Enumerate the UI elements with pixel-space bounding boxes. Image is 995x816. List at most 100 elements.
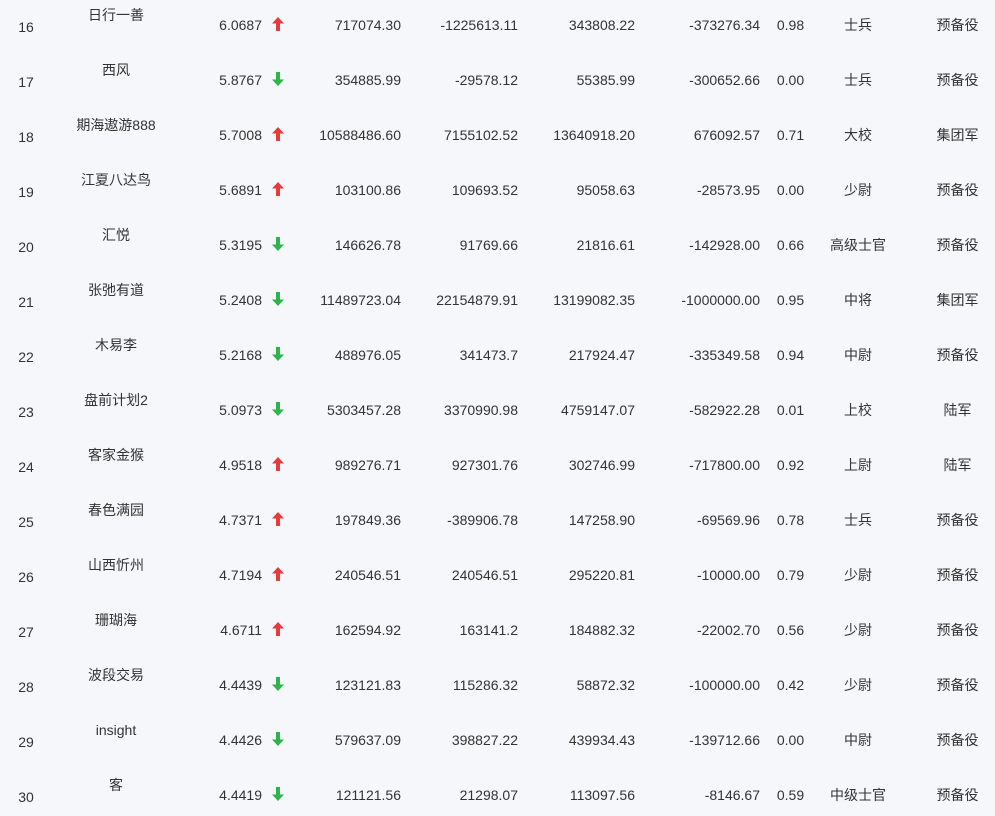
table-row: 19 江夏八达鸟 5.6891 103100.86 109693.52 95058.63 -… (0, 163, 995, 218)
table-row: 17 西风 5.8767 354885.99 -29578.12 55385.99 -300… (0, 53, 995, 108)
table-row: 20 汇悦 5.3195 146626.78 91769.66 21816.61 -1429… (0, 218, 995, 273)
user-name-cell[interactable]: 盘前计划2 (55, 391, 177, 409)
value-4-cell: -582922.28 (689, 402, 760, 418)
value-4-cell: -100000.00 (689, 677, 760, 693)
user-name-cell[interactable]: 客家金猴 (55, 446, 177, 464)
rank-cell: 19 (18, 184, 34, 200)
user-name-cell[interactable]: 日行一善 (55, 6, 177, 24)
group-cell: 预备役 (936, 182, 979, 198)
score-cell: 4.4426 (219, 732, 262, 748)
arrow-down-icon (272, 401, 284, 418)
arrow-down-icon (272, 71, 284, 88)
trend-icon-cell (269, 713, 287, 768)
user-name-cell[interactable]: 木易李 (55, 336, 177, 354)
value-3-cell: 295220.81 (568, 567, 635, 583)
ratio-cell: 0.42 (776, 677, 805, 693)
user-name-cell[interactable]: 波段交易 (55, 666, 177, 684)
arrow-up-icon (272, 16, 284, 33)
arrow-down-icon (272, 676, 284, 693)
group-cell: 集团军 (936, 292, 979, 308)
score-cell: 5.0973 (219, 402, 262, 418)
score-cell: 4.4439 (219, 677, 262, 693)
value-2-cell: 109693.52 (451, 182, 518, 198)
trend-icon-cell (269, 0, 287, 53)
ratio-cell: 0.00 (776, 182, 805, 198)
rank-cell: 21 (18, 294, 34, 310)
user-name-cell[interactable]: 山西忻州 (55, 556, 177, 574)
ratio-cell: 0.94 (776, 347, 805, 363)
value-2-cell: 22154879.91 (436, 292, 518, 308)
user-name-cell[interactable]: 西风 (55, 61, 177, 79)
user-name-cell[interactable]: insight (55, 721, 177, 739)
trend-icon-cell (269, 53, 287, 108)
ranking-table: 16 日行一善 6.0687 717074.30 -1225613.11 343808.2… (0, 0, 995, 816)
table-row: 30 客 4.4419 121121.56 21298.07 113097.56 -8146… (0, 768, 995, 816)
group-cell: 陆军 (943, 402, 972, 418)
value-1-cell: 488976.05 (334, 347, 401, 363)
value-3-cell: 343808.22 (568, 17, 635, 33)
score-cell: 4.7371 (219, 512, 262, 528)
ratio-cell: 0.92 (776, 457, 805, 473)
value-3-cell: 95058.63 (576, 182, 635, 198)
value-1-cell: 146626.78 (334, 237, 401, 253)
value-3-cell: 21816.61 (576, 237, 635, 253)
military-rank-cell: 士兵 (844, 72, 872, 88)
rank-cell: 25 (18, 514, 34, 530)
user-name-cell[interactable]: 汇悦 (55, 226, 177, 244)
rank-cell: 27 (18, 624, 34, 640)
group-cell: 集团军 (936, 127, 979, 143)
user-name-cell[interactable]: 张弛有道 (55, 281, 177, 299)
trend-icon-cell (269, 163, 287, 218)
rank-cell: 29 (18, 734, 34, 750)
rank-cell: 28 (18, 679, 34, 695)
value-2-cell: 341473.7 (459, 347, 518, 363)
ratio-cell: 0.79 (776, 567, 805, 583)
value-1-cell: 103100.86 (334, 182, 401, 198)
value-2-cell: 163141.2 (459, 622, 518, 638)
value-2-cell: 115286.32 (452, 677, 518, 693)
trend-icon-cell (269, 273, 287, 328)
rank-cell: 24 (18, 459, 34, 475)
score-cell: 4.4419 (219, 787, 262, 803)
arrow-down-icon (272, 786, 284, 803)
value-4-cell: -300652.66 (689, 72, 760, 88)
ratio-cell: 0.56 (776, 622, 805, 638)
score-cell: 4.6711 (220, 622, 262, 638)
ratio-cell: 0.00 (776, 732, 805, 748)
score-cell: 5.8767 (219, 72, 262, 88)
value-1-cell: 11489723.04 (320, 292, 401, 308)
value-3-cell: 147258.90 (568, 512, 635, 528)
user-name-cell[interactable]: 珊瑚海 (55, 611, 177, 629)
value-4-cell: -142928.00 (689, 237, 760, 253)
value-1-cell: 123121.83 (334, 677, 401, 693)
military-rank-cell: 上校 (844, 402, 872, 418)
score-cell: 4.9518 (219, 457, 262, 473)
table-row: 22 木易李 5.2168 488976.05 341473.7 217924.47 -33… (0, 328, 995, 383)
user-name-cell[interactable]: 江夏八达鸟 (55, 171, 177, 189)
value-2-cell: -1225613.11 (440, 17, 518, 33)
score-cell: 5.7008 (219, 127, 262, 143)
group-cell: 陆军 (943, 457, 972, 473)
value-2-cell: 21298.07 (459, 787, 518, 803)
value-2-cell: 7155102.52 (444, 127, 518, 143)
rank-cell: 18 (18, 129, 34, 145)
value-1-cell: 162594.92 (334, 622, 401, 638)
trend-icon-cell (269, 603, 287, 658)
value-3-cell: 302746.99 (568, 457, 635, 473)
arrow-up-icon (272, 511, 284, 528)
user-name-cell[interactable]: 期海遨游888 (55, 116, 177, 134)
military-rank-cell: 士兵 (844, 512, 872, 528)
trend-icon-cell (269, 328, 287, 383)
group-cell: 预备役 (936, 237, 979, 253)
user-name-cell[interactable]: 客 (55, 776, 177, 794)
user-name-cell[interactable]: 春色满园 (55, 501, 177, 519)
group-cell: 预备役 (936, 567, 979, 583)
table-row: 25 春色满园 4.7371 197849.36 -389906.78 147258.90… (0, 493, 995, 548)
group-cell: 预备役 (936, 347, 979, 363)
group-cell: 预备役 (936, 732, 979, 748)
value-1-cell: 121121.56 (335, 787, 401, 803)
score-cell: 5.2408 (219, 292, 262, 308)
rank-cell: 30 (18, 789, 34, 805)
value-4-cell: -335349.58 (689, 347, 760, 363)
table-row: 28 波段交易 4.4439 123121.83 115286.32 58872.32 -1… (0, 658, 995, 713)
